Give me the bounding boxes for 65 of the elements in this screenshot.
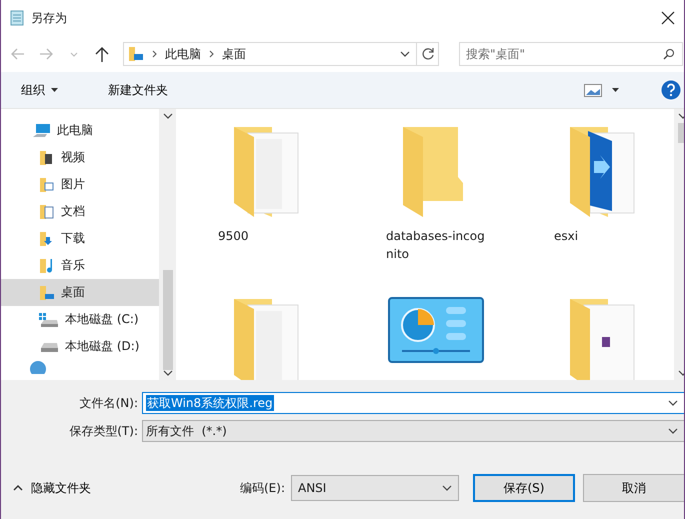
scroll-down-icon [162,370,172,376]
breadcrumb[interactable]: 桌面 [222,46,246,62]
search-icon [663,48,675,60]
nav-item[interactable]: 文档 [1,198,159,225]
desktop-folder-icon [39,284,55,300]
new-folder-button[interactable]: 新建文件夹 [98,78,178,102]
breadcrumb[interactable]: 此电脑 [165,46,201,62]
up-arrow-icon [95,46,109,62]
drive-icon [39,342,59,352]
scrollbar-thumb[interactable] [162,270,172,370]
chevron-down-icon [668,428,678,434]
file-type-label: 保存类型(T): [68,422,138,440]
chevron-up-icon [13,485,23,491]
chevron-down-icon [400,51,410,57]
chevron-right-icon [152,50,157,58]
help-button[interactable] [661,80,681,100]
desktop-folder-icon [128,46,144,62]
chevron-right-icon [209,50,214,58]
forward-arrow-icon [39,48,53,60]
dropdown-triangle-icon [612,88,618,92]
control-panel-icon [388,297,484,363]
window-title: 另存为 [31,10,68,26]
scroll-up-icon [162,113,172,119]
filename-label: 文件名(N): [78,394,138,412]
nav-item[interactable]: 此电脑 [1,117,159,144]
encoding-dropdown[interactable]: ANSI [291,475,459,501]
picture-view-icon [584,84,602,96]
close-icon [661,11,675,25]
address-bar[interactable]: 此电脑 桌面 [123,42,439,66]
nav-item[interactable]: 图片 [1,171,159,198]
nav-item[interactable]: 视频 [1,144,159,171]
help-icon [661,80,681,100]
video-folder-icon [39,150,55,166]
nav-item[interactable]: 本地磁盘 (D:) [1,333,159,360]
back-arrow-icon [11,48,25,60]
refresh-icon [420,47,434,61]
organize-menu[interactable]: 组织 [11,78,68,102]
hide-folders-button[interactable]: 隐藏文件夹 [13,480,91,496]
nav-item[interactable]: 本地磁盘 (C:) [1,306,159,333]
nav-item[interactable]: 下载 [1,225,159,252]
notepad-icon [9,10,25,26]
search-field[interactable]: 搜索"桌面" [459,42,683,66]
documents-folder-icon [39,204,55,220]
chevron-down-icon [442,485,452,491]
scrollbar[interactable] [159,109,176,380]
music-folder-icon [39,258,55,274]
view-options-button[interactable] [581,81,621,99]
pictures-folder-icon [39,176,55,192]
downloads-folder-icon [39,230,55,246]
nav-item[interactable]: 音乐 [1,252,159,279]
filename-field[interactable]: 获取Win8系统权限.reg [142,392,684,414]
file-name: databases-incognito [386,228,486,263]
cancel-button[interactable]: 取消 [583,474,684,502]
computer-icon [33,124,51,138]
chevron-down-icon [668,400,678,406]
save-button[interactable]: 保存(S) [473,474,575,502]
windows-drive-icon [39,312,59,326]
file-type-dropdown[interactable]: 所有文件 (*.*) [142,420,684,442]
file-name: 9500 [218,228,250,245]
nav-item[interactable]: 桌面 [1,279,159,306]
chevron-down-icon [70,52,78,56]
encoding-label: 编码(E): [240,480,285,496]
up-button[interactable] [93,45,111,63]
dropdown-triangle-icon [51,88,58,92]
file-name: esxi [554,228,580,245]
